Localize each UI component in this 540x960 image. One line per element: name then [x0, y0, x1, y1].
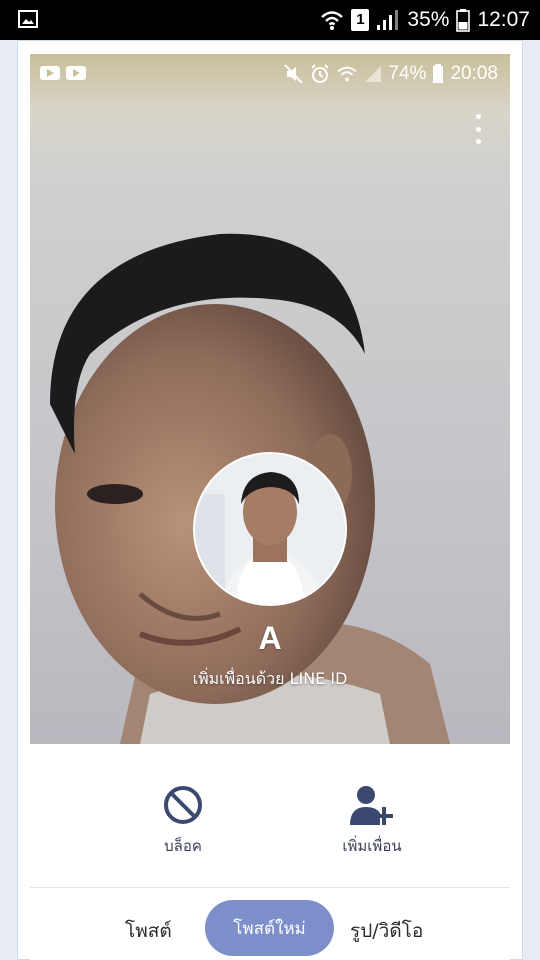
inner-status-bar: 74% 20:08 [30, 54, 510, 94]
add-friend-label: เพิ่มเพื่อน [342, 837, 402, 855]
add-friend-button[interactable]: เพิ่มเพื่อน [302, 782, 442, 858]
inner-battery-percent: 74% [388, 63, 427, 84]
block-button[interactable]: บล็อค [113, 782, 253, 858]
new-post-button[interactable]: โพสต์ใหม่ [205, 900, 334, 956]
status-bar: 1 35% 12:07 [0, 0, 540, 40]
signal-icon [365, 66, 382, 82]
wifi-icon [321, 11, 344, 30]
profile-name: A [258, 620, 282, 656]
profile-subtitle: เพิ่มเพื่อนด้วย LINE ID [192, 669, 348, 688]
more-options-icon[interactable] [472, 114, 484, 144]
add-friend-icon [350, 786, 393, 825]
clock: 12:07 [477, 8, 530, 31]
mute-icon [284, 64, 304, 84]
block-label: บล็อค [164, 837, 202, 855]
inner-clock: 20:08 [450, 63, 498, 84]
signal-icon [377, 10, 399, 30]
youtube-icon [40, 66, 60, 80]
avatar-image [195, 454, 345, 604]
gallery-icon [18, 10, 38, 28]
battery-icon [433, 64, 444, 83]
sim-icon: 1 [351, 9, 370, 31]
battery-percent: 35% [407, 8, 450, 31]
profile-actions: บล็อค เพิ่มเพื่อน [30, 744, 510, 888]
wifi-icon [337, 66, 357, 82]
tab-post[interactable]: โพสต์ [125, 916, 172, 946]
battery-icon [456, 9, 471, 32]
block-icon [164, 786, 202, 824]
alarm-icon [311, 64, 330, 83]
screen: 1 35% 12:07 74% 20:08 A เพิ่มเพื่อนด้วย … [0, 0, 540, 960]
tab-photos-videos[interactable]: รูป/วิดีโอ [350, 916, 423, 946]
youtube-icon [66, 66, 86, 80]
avatar[interactable] [193, 452, 347, 606]
